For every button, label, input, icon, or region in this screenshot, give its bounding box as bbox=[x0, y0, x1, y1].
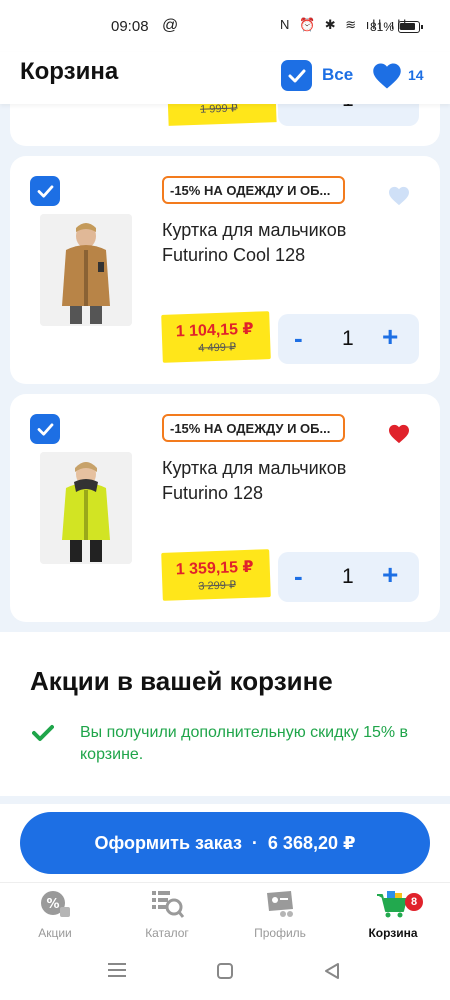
at-icon: @ bbox=[162, 17, 179, 34]
nav-label: Акции bbox=[38, 926, 72, 940]
svg-text:%: % bbox=[46, 897, 59, 912]
profile-icon bbox=[267, 891, 293, 917]
checkout-label: Оформить заказ bbox=[94, 832, 242, 853]
current-price: 1 104,15 ₽ bbox=[175, 320, 254, 341]
increase-button[interactable]: + bbox=[382, 321, 398, 353]
decrease-button[interactable]: - bbox=[294, 323, 303, 354]
increase-button[interactable]: + bbox=[382, 559, 398, 591]
catalog-search-icon bbox=[152, 891, 185, 918]
quantity-stepper: - 1 + bbox=[278, 314, 419, 364]
price-tag: 1 104,15 ₽ 4 499 ₽ bbox=[161, 311, 271, 363]
jacket-photo bbox=[40, 452, 132, 564]
current-price: 1 359,15 ₽ bbox=[175, 558, 254, 579]
decrease-button[interactable]: - bbox=[294, 561, 303, 592]
bottom-nav: % Акции Каталог Профиль 8 Корзина bbox=[0, 882, 450, 948]
check-icon bbox=[37, 422, 53, 436]
old-price: 4 499 ₽ bbox=[198, 341, 237, 355]
item-checkbox[interactable] bbox=[30, 414, 60, 444]
quantity-value: 1 bbox=[342, 565, 354, 588]
item-checkbox[interactable] bbox=[30, 176, 60, 206]
product-image[interactable] bbox=[40, 452, 132, 564]
jacket-photo bbox=[40, 214, 132, 326]
nav-item-promotions[interactable]: % Акции bbox=[15, 889, 95, 940]
menu-icon[interactable] bbox=[108, 962, 126, 983]
battery-icon bbox=[398, 21, 423, 33]
system-nav-bar bbox=[0, 948, 450, 1000]
promotion-message: Вы получили дополнительную скидку 15% в … bbox=[80, 724, 409, 763]
favorites-heart-icon[interactable] bbox=[372, 62, 402, 95]
page-title: Корзина bbox=[20, 58, 119, 85]
promo-badge[interactable]: -15% НА ОДЕЖДУ И ОБ... bbox=[162, 176, 345, 204]
nav-item-cart[interactable]: 8 Корзина bbox=[353, 889, 433, 940]
select-all-checkbox[interactable] bbox=[281, 60, 312, 91]
checkout-separator: · bbox=[251, 832, 258, 853]
heart-icon[interactable] bbox=[388, 186, 410, 211]
promo-badge[interactable]: -15% НА ОДЕЖДУ И ОБ... bbox=[162, 414, 345, 442]
quantity-stepper: - 1 + bbox=[278, 552, 419, 602]
nav-item-profile[interactable]: Профиль bbox=[240, 889, 320, 940]
cart-header: Корзина Все 14 bbox=[0, 52, 450, 104]
select-all-label[interactable]: Все bbox=[322, 65, 353, 85]
promotions-section: Акции в вашей корзине Вы получили дополн… bbox=[0, 632, 450, 796]
success-check-icon bbox=[32, 724, 54, 747]
check-icon bbox=[288, 69, 305, 82]
quantity-value: 1 bbox=[342, 327, 354, 350]
nav-item-catalog[interactable]: Каталог bbox=[127, 889, 207, 940]
cart-item: -15% НА ОДЕЖДУ И ОБ... Куртка для мальчи… bbox=[10, 394, 440, 622]
nav-label: Профиль bbox=[254, 926, 306, 940]
home-icon[interactable] bbox=[216, 962, 234, 985]
status-time: 09:08 bbox=[111, 18, 149, 35]
status-bar: 09:08 @ N ⏰ ✱ ≋ ıll ıll 81% bbox=[0, 0, 450, 52]
nav-label: Каталог bbox=[145, 926, 189, 940]
cart-count-badge: 8 bbox=[405, 893, 423, 911]
checkout-button[interactable]: Оформить заказ · 6 368,20 ₽ bbox=[20, 812, 430, 874]
product-name[interactable]: Куртка для мальчиков Futurino Cool 128 bbox=[162, 218, 362, 268]
battery-percent: 81% bbox=[370, 20, 395, 34]
checkout-area: Оформить заказ · 6 368,20 ₽ bbox=[0, 804, 450, 882]
cart-item: -15% НА ОДЕЖДУ И ОБ... Куртка для мальчи… bbox=[10, 156, 440, 384]
promotions-title: Акции в вашей корзине bbox=[30, 666, 333, 696]
check-icon bbox=[37, 184, 53, 198]
back-icon[interactable] bbox=[323, 962, 341, 985]
product-name[interactable]: Куртка для мальчиков Futurino 128 bbox=[162, 456, 362, 506]
heart-icon[interactable] bbox=[388, 424, 410, 449]
favorites-count: 14 bbox=[408, 67, 424, 83]
product-image[interactable] bbox=[40, 214, 132, 326]
checkout-total: 6 368,20 ₽ bbox=[267, 832, 356, 853]
percent-icon: % bbox=[41, 891, 70, 917]
old-price: 3 299 ₽ bbox=[198, 579, 237, 593]
nav-label: Корзина bbox=[368, 926, 418, 940]
price-tag: 1 359,15 ₽ 3 299 ₽ bbox=[161, 549, 271, 601]
